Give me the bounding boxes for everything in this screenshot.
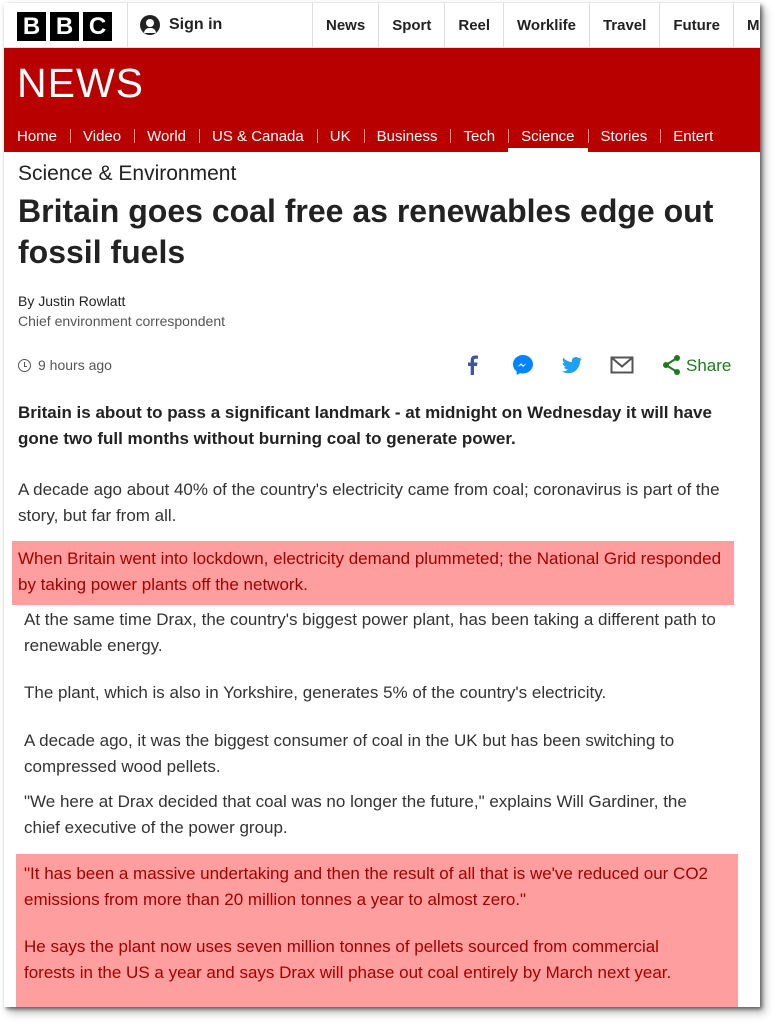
top-nav-sport[interactable]: Sport (378, 3, 444, 47)
article-paragraph: At the same time Drax, the country's big… (24, 610, 716, 655)
nav-home[interactable]: Home (4, 120, 70, 152)
top-nav-future[interactable]: Future (659, 3, 733, 47)
share-icon[interactable] (661, 353, 683, 377)
top-nav-reel[interactable]: Reel (444, 3, 503, 47)
user-icon (140, 15, 160, 35)
article-paragraph-highlighted: He says the plant now uses seven million… (24, 937, 672, 982)
sign-in-button[interactable]: Sign in (140, 15, 222, 35)
bbc-logo[interactable]: B B C (17, 12, 112, 41)
nav-world[interactable]: World (134, 120, 199, 152)
bbc-logo-letter: B (17, 12, 46, 41)
top-nav-travel[interactable]: Travel (588, 3, 659, 47)
top-nav-news[interactable]: News (312, 3, 378, 47)
nav-us-canada[interactable]: US & Canada (199, 120, 317, 152)
nav-uk[interactable]: UK (316, 120, 364, 152)
messenger-icon[interactable] (511, 353, 535, 377)
top-nav: News Sport Reel Worklife Travel Future M (312, 3, 760, 47)
article-paragraph-highlighted: When Britain went into lockdown, electri… (18, 549, 722, 594)
bbc-logo-letter: B (50, 12, 79, 41)
section-label[interactable]: Science & Environment (18, 162, 236, 186)
byline-author: By Justin Rowlatt (18, 293, 126, 309)
headline: Britain goes coal free as renewables edg… (18, 193, 714, 270)
timestamp-text: 9 hours ago (38, 357, 112, 373)
article-paragraph-highlighted: "It has been a massive undertaking and t… (24, 864, 709, 909)
facebook-icon[interactable] (462, 353, 482, 377)
news-logo[interactable]: NEWS (17, 60, 144, 107)
clock-icon (18, 358, 31, 372)
article-paragraph: The plant, which is also in Yorkshire, g… (24, 683, 607, 702)
divider (127, 3, 128, 47)
sign-in-label: Sign in (169, 16, 223, 33)
share-button-label[interactable]: Share (686, 356, 731, 376)
nav-tech[interactable]: Tech (450, 120, 508, 152)
browser-page: B B C Sign in News Sport Reel Worklife T… (4, 3, 760, 1007)
article-paragraph: A decade ago about 40% of the country's … (18, 480, 720, 525)
nav-business[interactable]: Business (363, 120, 451, 152)
nav-entertainment[interactable]: Entert (660, 120, 726, 152)
article-paragraph: "We here at Drax decided that coal was n… (24, 792, 687, 837)
article-intro: Britain is about to pass a significant l… (18, 403, 712, 448)
top-bar: B B C Sign in News Sport Reel Worklife T… (4, 3, 760, 48)
top-nav-more[interactable]: M (733, 3, 760, 47)
nav-stories[interactable]: Stories (587, 120, 661, 152)
top-nav-worklife[interactable]: Worklife (503, 3, 589, 47)
bbc-logo-letter: C (83, 12, 112, 41)
timestamp: 9 hours ago (18, 357, 112, 373)
byline-role: Chief environment correspondent (18, 313, 226, 329)
email-icon[interactable] (609, 353, 635, 377)
article-paragraph: A decade ago, it was the biggest consume… (24, 731, 675, 776)
news-banner: NEWS Home Video World US & Canada UK Bus… (4, 48, 760, 152)
twitter-icon[interactable] (560, 353, 584, 377)
section-nav: Home Video World US & Canada UK Business… (4, 120, 726, 152)
nav-science[interactable]: Science (508, 120, 588, 152)
nav-video[interactable]: Video (70, 120, 134, 152)
